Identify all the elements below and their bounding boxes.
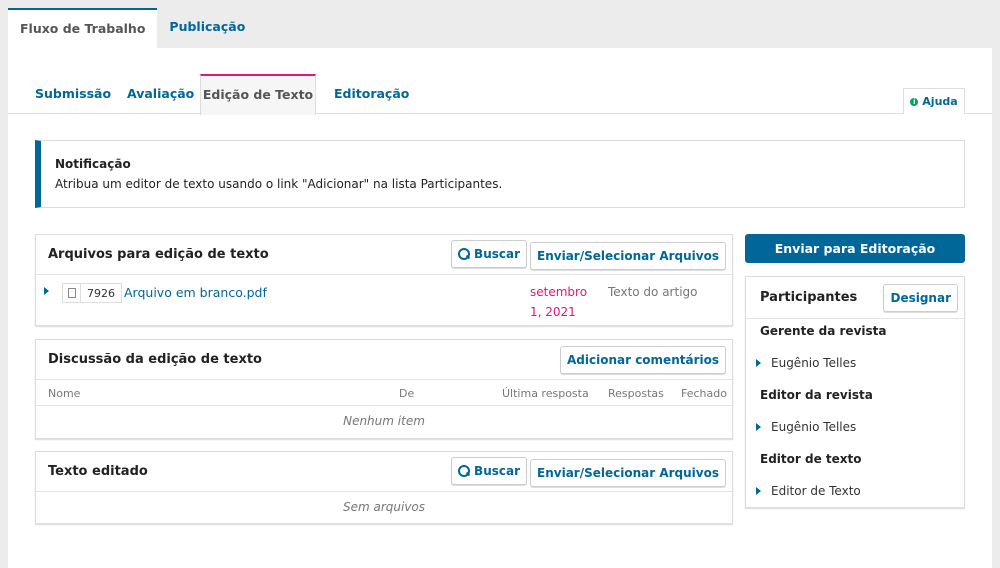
notification-text: Atribua um editor de texto usando o link… — [55, 177, 503, 191]
file-id-badge: 7926 — [62, 283, 122, 303]
top-tabs: Fluxo de Trabalho Publicação — [8, 8, 257, 48]
tab-copyediting[interactable]: Edição de Texto — [200, 74, 316, 115]
info-icon: i — [910, 97, 919, 106]
search-icon — [458, 247, 471, 260]
group-title: Editor da revista — [760, 388, 873, 402]
tab-workflow[interactable]: Fluxo de Trabalho — [8, 8, 158, 48]
tab-production[interactable]: Editoração — [334, 74, 409, 114]
col-closed: Fechado — [681, 387, 727, 400]
tab-publication[interactable]: Publicação — [157, 8, 257, 48]
notification: Notificação Atribua um editor de texto u… — [35, 140, 965, 208]
copyediting-files-panel: Arquivos para edição de texto Buscar Envi… — [35, 234, 733, 326]
tab-review[interactable]: Avaliação — [127, 74, 194, 114]
expand-caret-icon[interactable] — [44, 287, 49, 295]
search-label: Buscar — [474, 463, 521, 478]
participant-item[interactable]: Eugênio Telles — [756, 420, 856, 434]
file-id: 7926 — [87, 286, 115, 300]
expand-caret-icon — [756, 359, 761, 367]
col-replies: Respostas — [608, 387, 664, 400]
empty-message: Sem arquivos — [342, 500, 426, 514]
file-name-link[interactable]: Arquivo em branco.pdf — [124, 285, 267, 300]
file-row: 7926 Arquivo em branco.pdf setembro 1, 2… — [36, 275, 732, 325]
participant-name: Editor de Texto — [771, 484, 861, 498]
search-button[interactable]: Buscar — [451, 456, 528, 485]
participant-item[interactable]: Editor de Texto — [756, 484, 861, 498]
file-date-line1: setembro — [530, 285, 588, 299]
edited-text-panel: Texto editado Buscar Enviar/Selecionar Ar… — [35, 451, 733, 524]
empty-message: Nenhum item — [343, 414, 425, 428]
send-to-production-button[interactable]: Enviar para Editoração — [745, 234, 965, 263]
search-button[interactable]: Buscar — [451, 239, 528, 268]
participants-panel: Participantes Designar Gerente da revist… — [745, 276, 965, 508]
help-label: Ajuda — [922, 95, 958, 108]
file-type: Texto do artigo — [608, 285, 698, 299]
group-title: Editor de texto — [760, 452, 862, 466]
participant-item[interactable]: Eugênio Telles — [756, 356, 856, 370]
stage-tabs: Submissão Avaliação Edição de Texto Edit… — [8, 74, 992, 115]
search-icon — [458, 464, 471, 477]
panel-title: Discussão da edição de texto — [48, 352, 262, 367]
panel-title: Arquivos para edição de texto — [48, 247, 269, 262]
search-label: Buscar — [474, 246, 521, 261]
upload-files-button[interactable]: Enviar/Selecionar Arquivos — [530, 458, 726, 487]
tab-submission[interactable]: Submissão — [35, 74, 111, 114]
help-button[interactable]: i Ajuda — [903, 88, 965, 114]
notification-title: Notificação — [55, 157, 131, 171]
group-title: Gerente da revista — [760, 324, 887, 338]
participants-title: Participantes — [760, 290, 858, 305]
assign-button[interactable]: Designar — [883, 283, 958, 312]
expand-caret-icon — [756, 487, 761, 495]
participant-name: Eugênio Telles — [771, 356, 857, 370]
panel-title: Texto editado — [48, 464, 148, 479]
document-icon — [67, 288, 76, 298]
upload-files-button[interactable]: Enviar/Selecionar Arquivos — [530, 241, 726, 270]
col-last-reply: Última resposta — [502, 387, 589, 400]
table-header: Nome De Última resposta Respostas Fechad… — [36, 380, 732, 406]
col-from: De — [399, 387, 415, 400]
participant-name: Eugênio Telles — [771, 420, 857, 434]
expand-caret-icon — [756, 423, 761, 431]
file-date-line2: 1, 2021 — [530, 305, 576, 319]
col-name: Nome — [48, 387, 81, 400]
discussion-panel: Discussão da edição de texto Adicionar c… — [35, 339, 733, 439]
add-comment-button[interactable]: Adicionar comentários — [560, 345, 726, 374]
